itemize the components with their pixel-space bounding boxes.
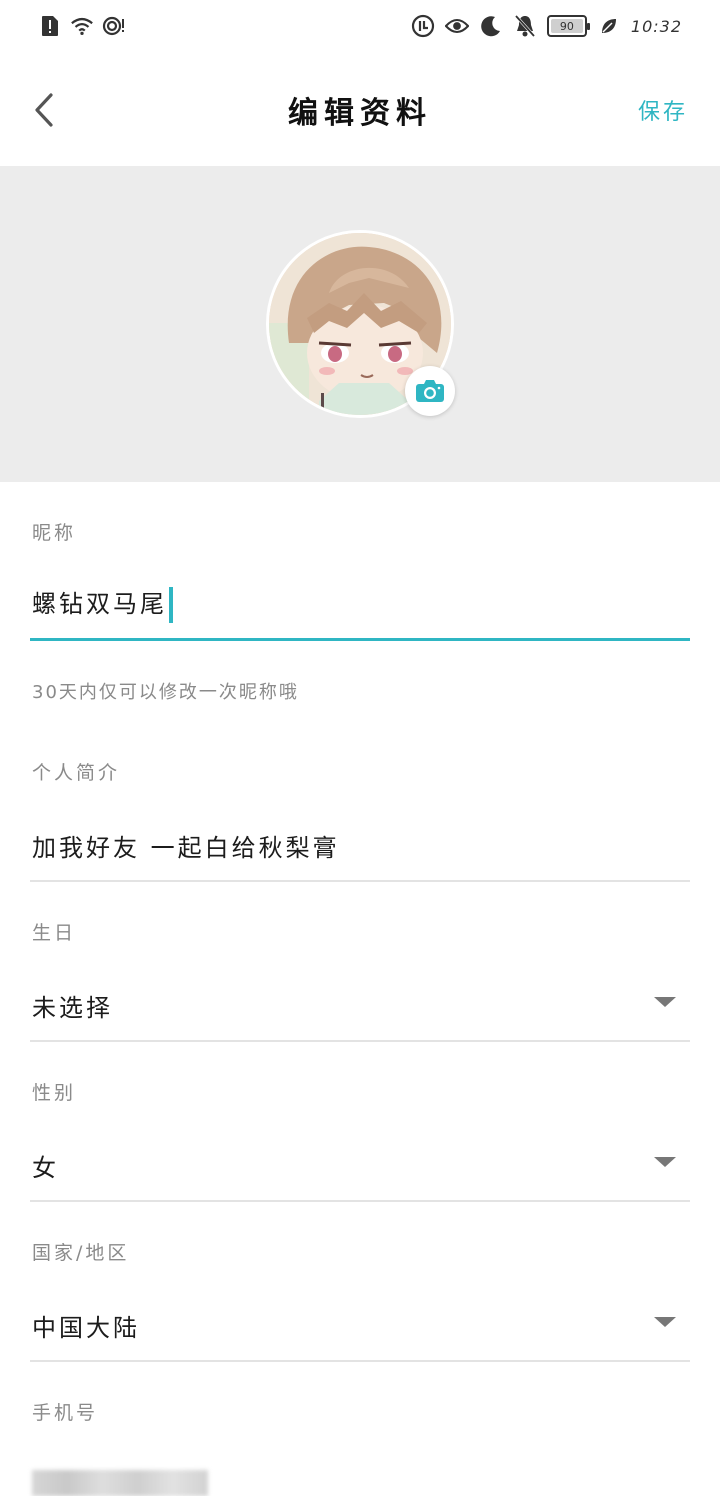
nickname-underline xyxy=(30,638,690,641)
data-saver-icon xyxy=(411,14,435,38)
birthday-dropdown-arrow-icon[interactable] xyxy=(654,997,676,1007)
battery-level: 90 xyxy=(559,19,574,33)
gender-label: 性别 xyxy=(32,1082,77,1104)
nickname-input[interactable]: 螺钻双马尾 xyxy=(32,584,173,623)
nickname-value: 螺钻双马尾 xyxy=(32,590,167,618)
bell-muted-icon xyxy=(513,14,537,38)
nickname-label: 昵称 xyxy=(32,522,77,544)
bio-label: 个人简介 xyxy=(32,762,121,784)
avatar-section xyxy=(0,166,720,482)
status-bar: 90 10:32 xyxy=(0,0,720,56)
title-bar: 编辑资料 保存 xyxy=(0,56,720,166)
sim-alert-icon xyxy=(38,14,62,38)
nickname-hint: 30天内仅可以修改一次昵称哦 xyxy=(32,682,299,703)
wifi-icon xyxy=(70,14,94,38)
region-underline xyxy=(30,1360,690,1362)
text-cursor xyxy=(169,587,173,623)
region-dropdown-arrow-icon[interactable] xyxy=(654,1317,676,1327)
camera-icon xyxy=(416,380,444,402)
phone-value-redacted[interactable] xyxy=(32,1470,208,1496)
gender-value[interactable]: 女 xyxy=(32,1148,59,1183)
phone-label: 手机号 xyxy=(32,1402,99,1424)
birthday-label: 生日 xyxy=(32,922,77,944)
region-value[interactable]: 中国大陆 xyxy=(32,1308,140,1343)
change-avatar-button[interactable] xyxy=(405,366,455,416)
gender-underline xyxy=(30,1200,690,1202)
bio-input[interactable]: 加我好友 一起白给秋梨膏 xyxy=(32,828,340,863)
gender-dropdown-arrow-icon[interactable] xyxy=(654,1157,676,1167)
page-title: 编辑资料 xyxy=(288,96,432,131)
leaf-power-saving-icon xyxy=(597,14,621,38)
birthday-value[interactable]: 未选择 xyxy=(32,988,113,1023)
bio-underline xyxy=(30,880,690,882)
status-time: 10:32 xyxy=(630,16,682,36)
birthday-underline xyxy=(30,1040,690,1042)
region-label: 国家/地区 xyxy=(32,1242,130,1264)
do-not-disturb-moon-icon xyxy=(479,14,503,38)
hotspot-icon xyxy=(102,14,126,38)
save-button[interactable]: 保存 xyxy=(638,94,688,126)
eye-comfort-icon xyxy=(444,14,469,38)
battery-indicator: 90 xyxy=(546,15,590,37)
